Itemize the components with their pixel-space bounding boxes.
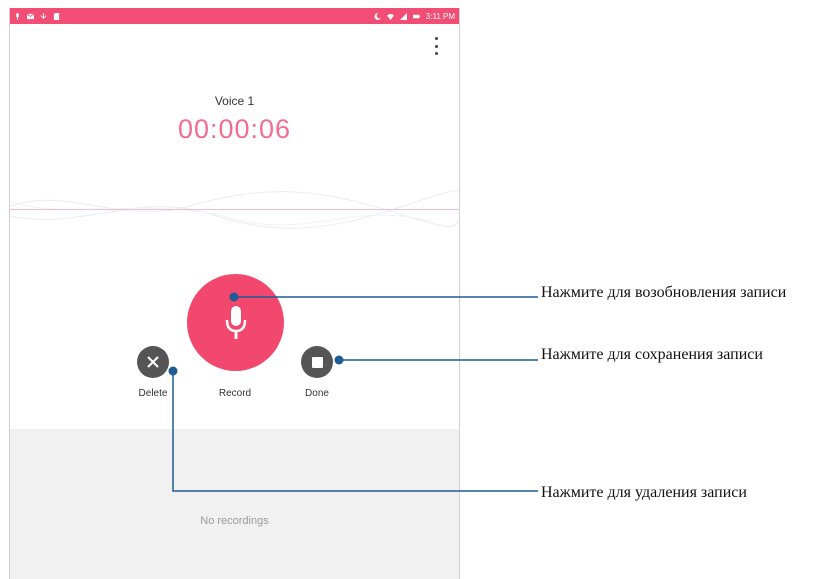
device-screen: 3:11 PM Voice 1 00:00:06 Delete Record D… [9, 8, 460, 579]
recordings-list: No recordings [10, 429, 459, 579]
sd-card-icon [53, 12, 60, 20]
done-label: Done [305, 388, 329, 399]
overflow-menu-icon[interactable] [431, 37, 441, 55]
recording-name: Voice 1 [214, 94, 255, 108]
battery-icon [412, 14, 420, 18]
wifi-icon [386, 13, 394, 20]
mic-notification-icon [16, 12, 19, 20]
delete-label: Delete [138, 388, 168, 399]
status-bar-notifications [14, 12, 60, 20]
status-bar: 3:11 PM [10, 8, 459, 24]
delete-button[interactable] [137, 346, 169, 378]
recording-timer: 00:00:06 [177, 114, 292, 144]
download-notification-icon [40, 12, 47, 19]
record-label: Record [218, 388, 252, 399]
menu-dot [434, 37, 438, 40]
callout-resume-text: Нажмите для возобновления записи [541, 284, 787, 301]
record-button[interactable] [187, 274, 284, 371]
mail-notification-icon [27, 13, 34, 19]
moon-icon [374, 12, 381, 20]
done-button[interactable] [301, 346, 333, 378]
status-bar-system: 3:11 PM [374, 12, 455, 21]
close-icon [147, 356, 159, 368]
menu-dot [434, 52, 438, 55]
menu-dot [434, 44, 438, 48]
status-time: 3:11 PM [425, 11, 455, 21]
stop-icon [311, 356, 323, 368]
callout-delete-text: Нажмите для удаления записи [541, 484, 747, 501]
signal-icon [399, 12, 407, 20]
empty-list-message: No recordings [200, 515, 269, 527]
waveform-visualizer [10, 189, 459, 229]
waveform-baseline [10, 209, 459, 210]
microphone-icon [225, 305, 246, 339]
callout-save-text: Нажмите для сохранения записи [541, 346, 763, 363]
